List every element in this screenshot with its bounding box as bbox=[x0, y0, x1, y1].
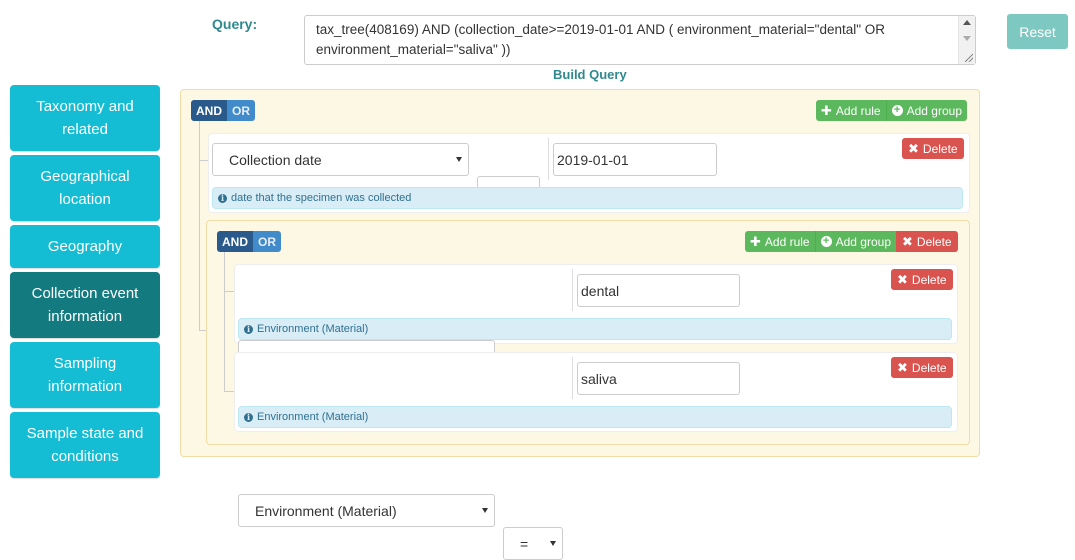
divider bbox=[548, 138, 549, 180]
divider bbox=[572, 357, 573, 399]
help-text: Environment (Material) bbox=[257, 411, 369, 423]
caret-down-icon bbox=[482, 508, 488, 513]
condition-toggle-root[interactable]: AND OR bbox=[191, 100, 255, 121]
rule-operator-select[interactable]: = bbox=[503, 527, 563, 560]
sidebar-item-label: Collection event bbox=[31, 285, 139, 302]
close-icon: ✖ bbox=[902, 234, 913, 249]
delete-label: Delete bbox=[922, 141, 958, 156]
add-rule-button[interactable]: ✚ Add rule bbox=[816, 100, 886, 121]
info-icon: i bbox=[244, 324, 253, 334]
tree-line bbox=[224, 291, 234, 292]
reset-button[interactable]: Reset bbox=[1007, 14, 1068, 49]
plus-icon: ✚ bbox=[750, 234, 761, 249]
delete-label: Delete bbox=[916, 234, 952, 249]
scroll-up-icon[interactable] bbox=[963, 20, 971, 25]
add-group-button[interactable]: + Add group bbox=[814, 231, 896, 252]
info-icon: i bbox=[218, 193, 227, 203]
sidebar-item-sampling[interactable]: Sampling information bbox=[10, 342, 160, 408]
add-group-label: Add group bbox=[835, 234, 891, 249]
sidebar-item-label: Geographical bbox=[40, 168, 130, 185]
rule-value-text: saliva bbox=[581, 370, 617, 387]
query-label: Query: bbox=[212, 16, 258, 32]
rule-operator-value: = bbox=[520, 535, 529, 552]
rule-help-text: i date that the specimen was collected bbox=[212, 187, 963, 209]
caret-down-icon bbox=[550, 541, 556, 546]
close-icon: ✖ bbox=[897, 360, 908, 375]
close-icon: ✖ bbox=[908, 141, 919, 156]
rule-field-value: Environment (Material) bbox=[255, 502, 397, 519]
root-group-actions: ✚ Add rule + Add group bbox=[816, 100, 967, 121]
resize-handle-icon[interactable] bbox=[965, 54, 973, 62]
delete-label: Delete bbox=[911, 360, 947, 375]
sidebar-item-geography[interactable]: Geography bbox=[10, 225, 160, 268]
sidebar-item-collection-event[interactable]: Collection event information bbox=[10, 272, 160, 338]
rule-field-select[interactable]: Environment (Material) bbox=[238, 494, 495, 527]
nested-group-actions: ✚ Add rule + Add group ✖ Delete bbox=[745, 231, 958, 252]
plus-circle-icon: + bbox=[820, 236, 832, 247]
add-rule-label: Add rule bbox=[764, 234, 810, 249]
tree-line bbox=[199, 121, 200, 331]
add-group-button[interactable]: + Add group bbox=[885, 100, 967, 121]
build-query-heading: Build Query bbox=[553, 67, 627, 82]
divider bbox=[572, 269, 573, 311]
help-text: date that the specimen was collected bbox=[231, 192, 412, 204]
help-text: Environment (Material) bbox=[257, 323, 369, 335]
or-button[interactable]: OR bbox=[227, 100, 255, 121]
rule-value-text: 2019-01-01 bbox=[557, 151, 629, 168]
rule-value-text: dental bbox=[581, 282, 620, 299]
rule-value-input[interactable]: dental bbox=[577, 274, 740, 307]
rule-value-input[interactable]: 2019-01-01 bbox=[553, 143, 717, 176]
add-rule-button[interactable]: ✚ Add rule bbox=[745, 231, 815, 252]
rule-value-input[interactable]: saliva bbox=[577, 362, 740, 395]
tree-line bbox=[224, 391, 234, 392]
query-text-line-1: tax_tree(408169) AND (collection_date>=2… bbox=[316, 22, 886, 37]
sidebar-item-sample-state[interactable]: Sample state and conditions bbox=[10, 412, 160, 478]
rule-help-text: i Environment (Material) bbox=[238, 318, 952, 340]
sidebar-item-label: related bbox=[62, 121, 108, 138]
plus-circle-icon: + bbox=[891, 105, 903, 116]
sidebar-item-label: Sampling bbox=[53, 355, 117, 372]
delete-rule-button[interactable]: ✖ Delete bbox=[891, 269, 953, 290]
sidebar-item-geographical-location[interactable]: Geographical location bbox=[10, 155, 160, 221]
tree-line bbox=[224, 252, 225, 391]
sidebar-item-taxonomy[interactable]: Taxonomy and related bbox=[10, 85, 160, 151]
sidebar-item-label: conditions bbox=[51, 448, 119, 465]
sidebar-item-label: information bbox=[47, 308, 123, 325]
caret-down-icon bbox=[456, 157, 462, 162]
rule-help-text: i Environment (Material) bbox=[238, 406, 952, 428]
query-textarea[interactable]: tax_tree(408169) AND (collection_date>=2… bbox=[304, 15, 976, 65]
add-group-label: Add group bbox=[906, 103, 962, 118]
condition-toggle-nested[interactable]: AND OR bbox=[217, 231, 281, 252]
sidebar-item-label: location bbox=[59, 191, 111, 208]
sidebar-item-label: information bbox=[47, 378, 123, 395]
sidebar-item-label: Geography bbox=[47, 238, 123, 255]
delete-rule-button[interactable]: ✖ Delete bbox=[902, 138, 964, 159]
query-text-line-2: environment_material="saliva" )) bbox=[316, 42, 511, 57]
sidebar-item-label: Taxonomy and bbox=[36, 98, 134, 115]
scroll-down-icon[interactable] bbox=[963, 36, 971, 41]
and-button[interactable]: AND bbox=[217, 231, 253, 252]
add-rule-label: Add rule bbox=[835, 103, 881, 118]
rule-field-value: Collection date bbox=[229, 151, 322, 168]
close-icon: ✖ bbox=[897, 272, 908, 287]
tree-line bbox=[199, 330, 206, 331]
info-icon: i bbox=[244, 412, 253, 422]
delete-label: Delete bbox=[911, 272, 947, 287]
plus-icon: ✚ bbox=[821, 103, 832, 118]
delete-rule-button[interactable]: ✖ Delete bbox=[891, 357, 953, 378]
and-button[interactable]: AND bbox=[191, 100, 227, 121]
rule-field-select[interactable]: Collection date bbox=[212, 143, 469, 176]
delete-group-button[interactable]: ✖ Delete bbox=[896, 231, 958, 252]
sidebar-item-label: Sample state and bbox=[26, 425, 144, 442]
or-button[interactable]: OR bbox=[253, 231, 281, 252]
